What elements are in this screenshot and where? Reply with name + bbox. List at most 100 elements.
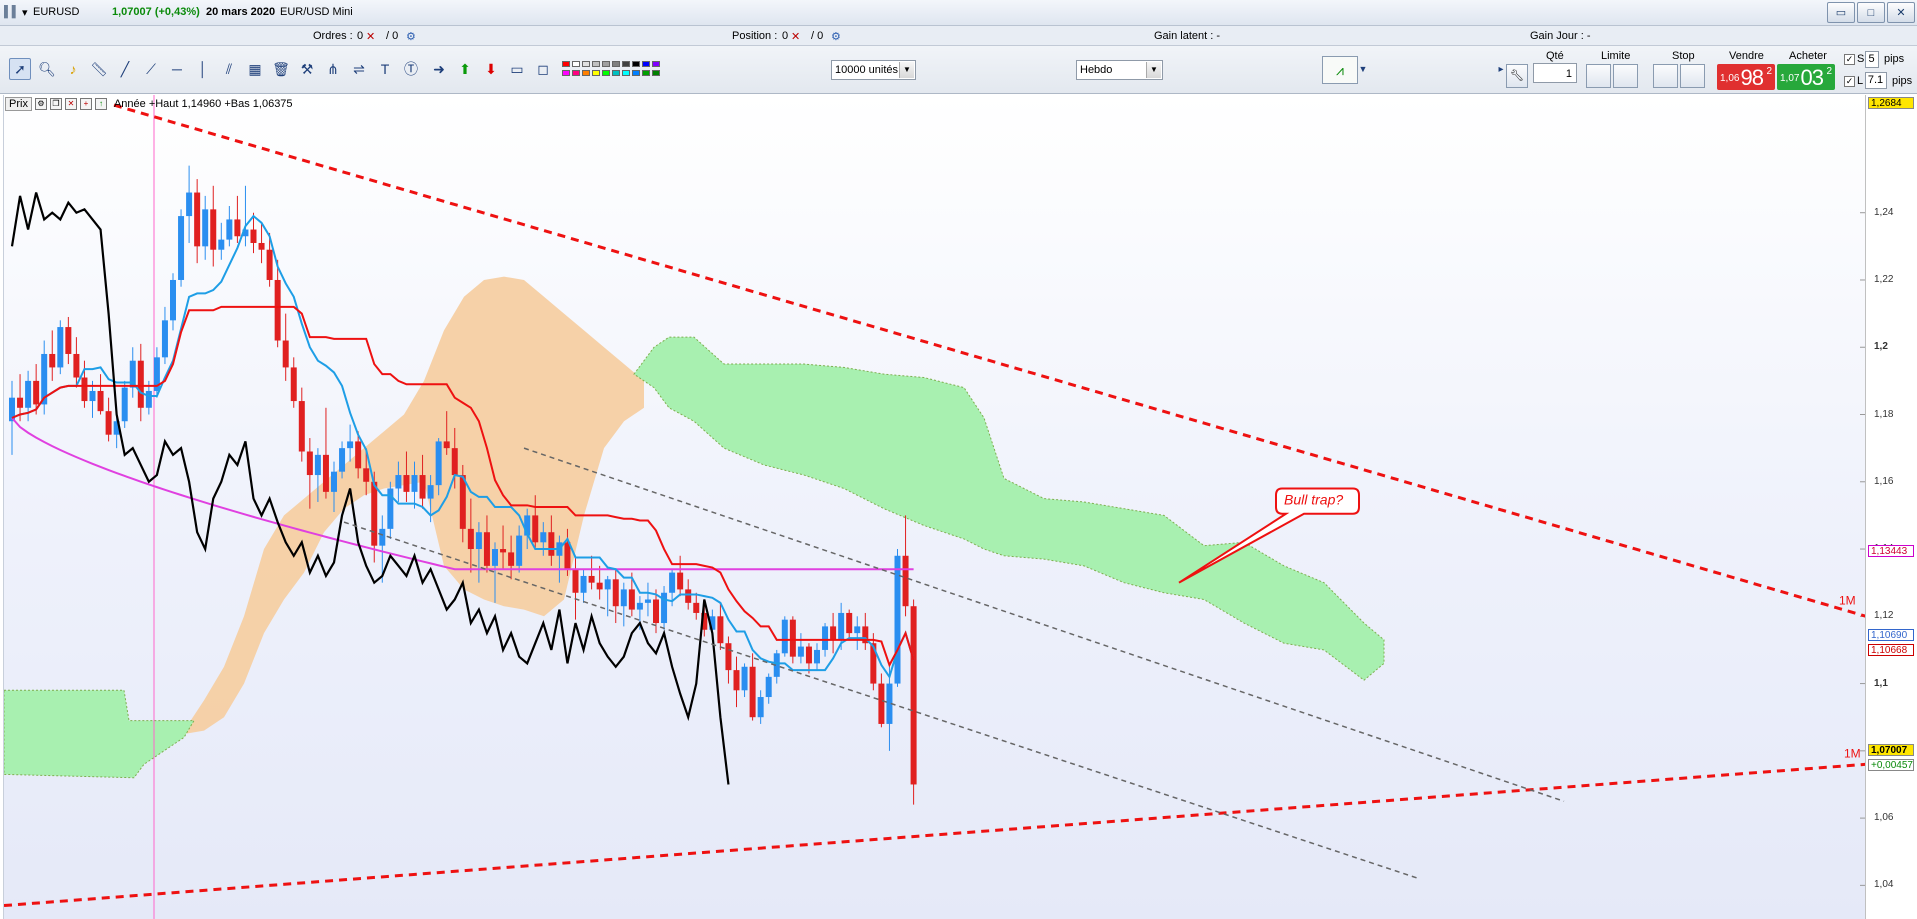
color-swatch[interactable] [582,61,590,67]
price-panel-label[interactable]: Prix [5,97,32,111]
close-button[interactable]: ✕ [1887,2,1915,23]
stop-checkbox[interactable]: ✓ [1844,54,1855,65]
color-swatch[interactable] [612,61,620,67]
candle-body [25,380,32,408]
close-panel-icon[interactable]: ✕ [64,98,77,110]
stop-short-label: S [1857,53,1865,65]
color-swatch[interactable] [612,70,620,76]
stop-sell-button[interactable] [1680,64,1705,88]
color-swatch[interactable] [652,61,660,67]
horizontal-line-icon[interactable]: ─ [166,58,188,80]
candle-body [733,670,740,691]
ellipse-tool-icon[interactable]: ◻ [532,58,554,80]
position-settings-icon[interactable]: ⚙ [831,30,841,43]
instrument-name: EUR/USD Mini [280,6,353,18]
chart-type-icon[interactable]: ▌▌ [4,6,20,18]
cursor-tool-icon[interactable]: ➚ [9,58,31,80]
qty-input[interactable]: 1 [1533,63,1577,83]
sell-button[interactable]: 1,06 98 2 [1717,64,1775,90]
orders-clear-icon[interactable]: ✕ [366,30,375,43]
y-tick-label: 1,12 [1874,610,1894,622]
alert-bell-icon[interactable]: ♪ [62,58,84,80]
candle-body [830,626,837,640]
ray-line-icon[interactable]: ⟋ [140,58,162,80]
symbol-name[interactable]: EURUSD [33,6,79,18]
color-swatch[interactable] [572,70,580,76]
add-indicator-icon[interactable]: + [79,98,92,110]
limit-buy-button[interactable] [1586,64,1611,88]
limit-pips-input[interactable]: 7.1 [1865,72,1887,89]
color-swatch[interactable] [642,70,650,76]
magnet-icon[interactable]: ⚒ [296,58,318,80]
maximize-button[interactable]: □ [1857,2,1885,23]
candle-body [170,279,176,321]
arrow-right-icon[interactable]: ➜ [428,58,450,80]
y-tick-label: 1,04 [1874,879,1894,891]
wrench-icon[interactable]: ⚙ [34,98,47,110]
candle-body [604,579,611,590]
units-select[interactable]: 10000 unités ▼ [831,60,916,80]
pitchfork-icon[interactable]: ⋔ [322,58,344,80]
candle-body [500,549,507,553]
rectangle-tool-icon[interactable]: ▭ [506,58,528,80]
trendline-label-1M: 1M [1844,747,1861,761]
color-swatch[interactable] [642,61,650,67]
unrealized-gain-label: Gain latent : - [1154,30,1221,42]
color-swatch[interactable] [562,61,570,67]
stop-buy-button[interactable] [1653,64,1678,88]
candle-body [902,555,909,607]
delete-icon[interactable]: 🗑︎ [270,58,292,80]
candle-body [628,589,635,610]
window-icon[interactable]: ❐ [49,98,62,110]
channel-icon[interactable]: ⫽ [218,58,240,80]
price-axis[interactable]: 1,241,221,21,181,161,141,121,11,081,061,… [1865,95,1917,919]
color-swatch[interactable] [652,70,660,76]
color-swatch[interactable] [592,61,600,67]
color-swatch[interactable] [632,70,640,76]
candle-body [331,471,337,492]
trendline-icon[interactable]: ╱ [114,58,136,80]
color-swatch[interactable] [632,61,640,67]
quote-date: 20 mars 2020 [206,6,276,18]
candle-body [218,239,225,250]
up-arrow-icon[interactable]: ↑ [94,98,107,110]
ruler-icon[interactable]: 📏︎ [88,58,110,80]
text-tool-icon[interactable]: T [374,58,396,80]
ichimoku-cloud-bullish-left [4,689,195,779]
orders-settings-icon[interactable]: ⚙ [406,30,416,43]
color-swatch[interactable] [622,61,630,67]
vertical-line-icon[interactable]: │ [192,58,214,80]
candle-body [258,242,265,250]
period-select[interactable]: Hebdo ▼ [1076,60,1163,80]
regression-icon[interactable]: ⇌ [348,58,370,80]
collapse-panel-icon[interactable]: ▸ [1496,58,1506,80]
arrow-up-icon[interactable]: ⬆ [454,58,476,80]
text-bubble-icon[interactable]: Ⓣ [400,58,422,80]
color-swatch[interactable] [562,70,570,76]
trendline-label-1M: 1M [1839,594,1856,608]
color-swatch[interactable] [602,61,610,67]
candle-body [717,616,724,644]
zoom-icon[interactable]: 🔍︎ [36,58,58,80]
limit-sell-button[interactable] [1613,64,1638,88]
arrow-down-icon[interactable]: ⬇ [480,58,502,80]
buy-button[interactable]: 1,07 03 2 [1777,64,1835,90]
stop-pips-input[interactable]: 5 [1865,51,1879,68]
chart-canvas[interactable]: 1M 1M Bull trap? [4,95,1866,919]
indicators-icon[interactable]: ⩘ [1322,56,1358,84]
fibonacci-icon[interactable]: ▦ [244,58,266,80]
candle-body [339,448,346,472]
minimize-button[interactable]: ▭ [1827,2,1855,23]
limit-checkbox[interactable]: ✓ [1844,76,1855,87]
color-swatch[interactable] [572,61,580,67]
color-swatch[interactable] [602,70,610,76]
indicators-dropdown-icon[interactable]: ▼ [1356,56,1370,82]
wrench-icon[interactable]: 🔧︎ [1506,64,1528,88]
color-swatch[interactable] [592,70,600,76]
color-swatch[interactable] [622,70,630,76]
price-chart[interactable]: 1M 1M Bull trap? [3,95,1866,919]
stop-pips-label: pips [1884,53,1905,65]
symbol-dropdown-icon[interactable]: ▾ [22,6,28,19]
color-swatch[interactable] [582,70,590,76]
position-clear-icon[interactable]: ✕ [791,30,800,43]
